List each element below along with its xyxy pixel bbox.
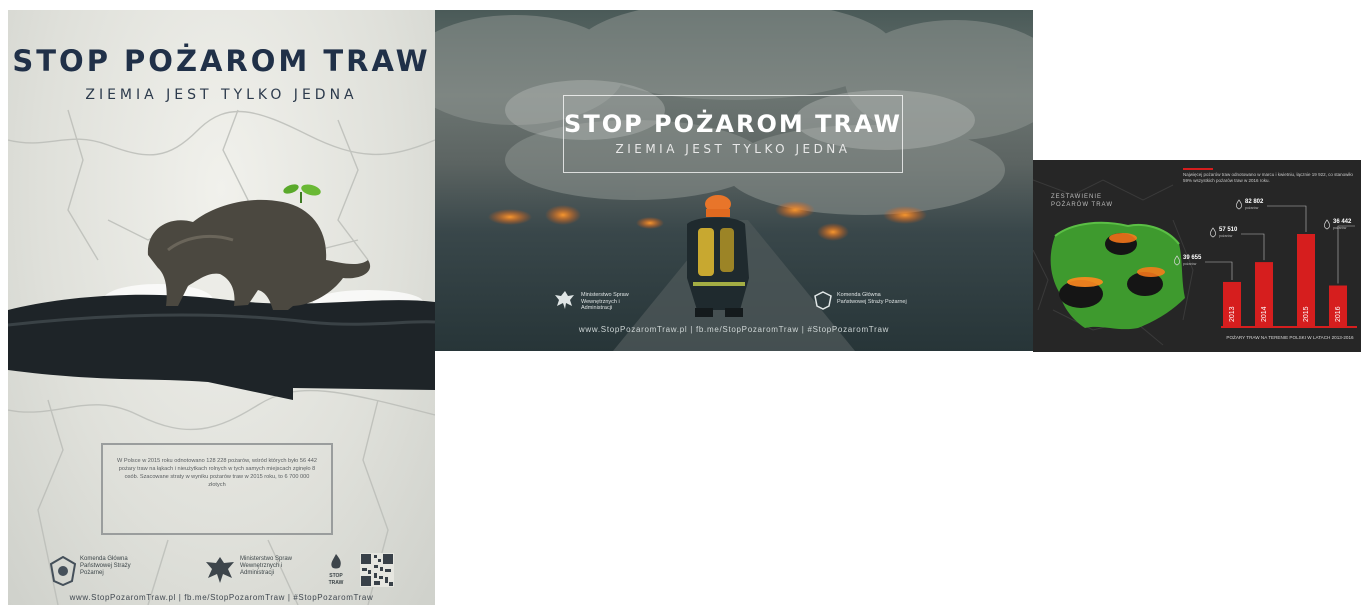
poster-title: STOP POŻAROM TRAW (564, 110, 902, 138)
bar-value-label: 82 802 (1245, 199, 1264, 205)
bar-year-label: 2014 (1261, 306, 1268, 322)
psp-emblem-icon (814, 291, 832, 310)
leader-line (1267, 205, 1307, 232)
drop-icon (1324, 219, 1330, 230)
drop-icon (1210, 227, 1216, 238)
logo-kg-psp-label: Komenda Główna Państwowej Straży Pożarne… (837, 292, 907, 305)
heading-line-1: ZESTAWIENIE (1051, 194, 1103, 200)
bar-value-note: pożarów (1219, 234, 1233, 238)
bar-year-label: 2015 (1303, 306, 1310, 322)
bar-value-label: 36 442 (1333, 219, 1352, 225)
leader-line (1337, 225, 1355, 284)
psp-emblem-icon (50, 556, 76, 586)
logo-mswia-label: Ministerstwo Spraw Wewnętrznych i Admini… (581, 292, 629, 311)
bar-value-note: pożarów (1183, 262, 1197, 266)
logo-stop-traw-label: STOP TRAW (328, 573, 344, 586)
bar-year-label: 2016 (1335, 306, 1342, 322)
polish-eagle-emblem-icon (206, 557, 234, 583)
infographic-description: Najwięcej pożarów traw odnotowano w marc… (1183, 172, 1353, 183)
firefighter-smoke-scene (435, 10, 1033, 351)
poster-footer-links: www.StopPozaromTraw.pl | fb.me/StopPozar… (578, 325, 890, 334)
bar-value-label: 57 510 (1219, 227, 1238, 233)
infographic-heading: ZESTAWIENIE POŻARÓW TRAW (1051, 193, 1113, 209)
chart-caption: POŻARY TRAW NA TERENIE POLSKI W LATACH 2… (1226, 335, 1354, 340)
infographic-grass-fires-2013-2016: 2013 2014 2015 2016 ZESTAWIENIE POŻARÓW TRA… (1033, 160, 1361, 352)
chart-bars-group: 2013 2014 2015 2016 (1174, 199, 1355, 326)
bar-year-label: 2013 (1229, 306, 1236, 322)
poster-stop-pozarom-traw-horizontal: STOP POŻAROM TRAW ZIEMIA JEST TYLKO JEDN… (435, 10, 1033, 351)
flame-icon (331, 554, 341, 569)
bar-value-note: pożarów (1333, 226, 1347, 230)
polish-eagle-emblem-icon (555, 291, 574, 309)
bar-value-label: 39 655 (1183, 255, 1202, 261)
bar-value-note: pożarów (1245, 206, 1259, 210)
drop-icon (1236, 199, 1242, 210)
leader-line (1205, 261, 1233, 280)
logo-kg-psp-label: Komenda Główna Państwowej Straży Pożarne… (80, 556, 131, 576)
qr-code-icon (360, 553, 394, 587)
poster-stop-pozarom-traw-vertical: STOP POŻAROM TRAW ZIEMIA JEST TYLKO JEDN… (8, 10, 435, 605)
accent-line (1183, 168, 1213, 170)
statistics-text-box: W Polsce w 2015 roku odnotowano 128 228 … (101, 443, 333, 535)
heading-line-2: POŻARÓW TRAW (1051, 202, 1113, 208)
leader-line (1241, 233, 1265, 261)
chart-axis-line (1221, 326, 1357, 328)
poster-footer-links: www.StopPozaromTraw.pl | fb.me/StopPozar… (69, 593, 374, 602)
logo-mswia-label: Ministerstwo Spraw Wewnętrznych i Admini… (240, 556, 293, 576)
poster-subtitle: ZIEMIA JEST TYLKO JEDNA (615, 142, 851, 156)
